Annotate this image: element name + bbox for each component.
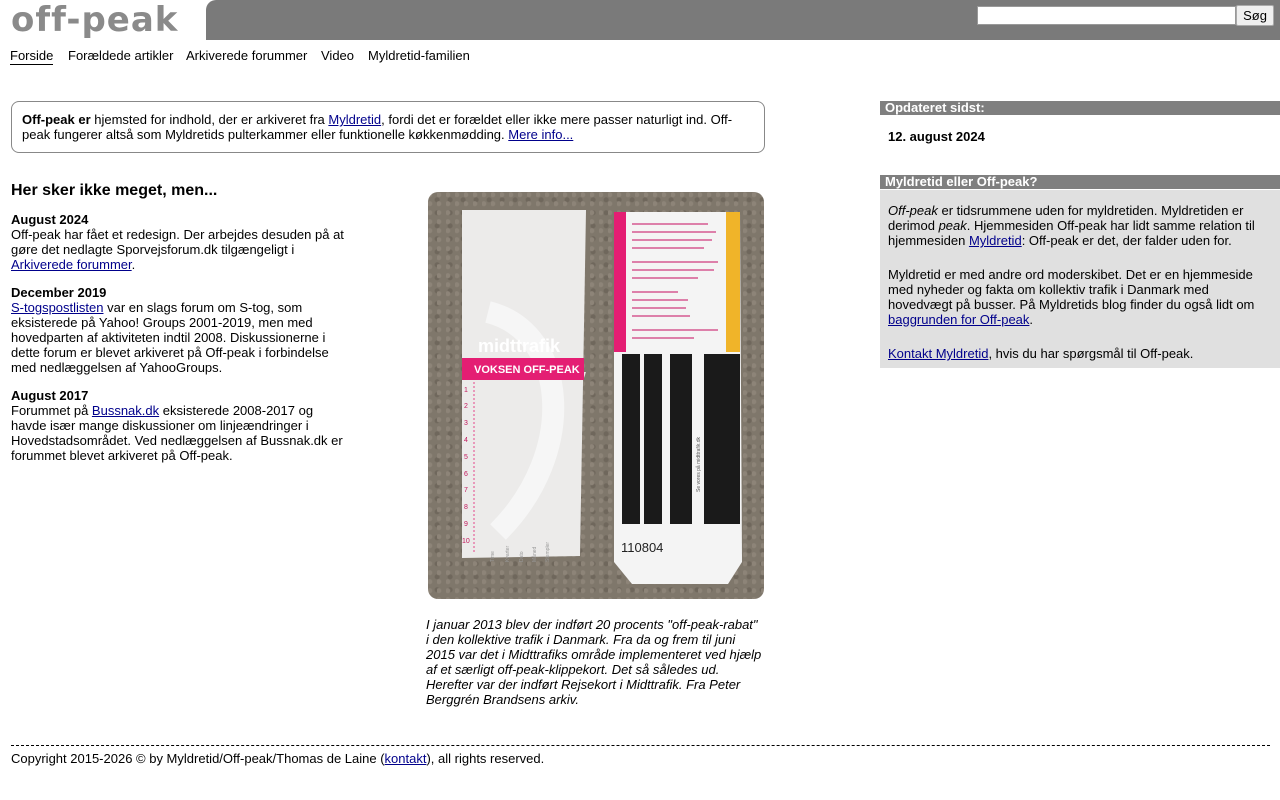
baggrunden-link[interactable]: baggrunden for Off-peak (888, 312, 1029, 327)
news-text: . (131, 257, 136, 272)
bussnak-link[interactable]: Bussnak.dk (92, 403, 159, 418)
updated-date: 12. august 2024 (888, 129, 985, 144)
right-card: 110804 Se vores på midttrafik.dk (614, 212, 742, 584)
more-info-link[interactable]: Mere info... (508, 127, 573, 142)
search-button[interactable]: Søg (1236, 5, 1274, 26)
card-number: 4 (464, 437, 468, 444)
search-input[interactable] (977, 6, 1236, 25)
card-column-label: Time (490, 551, 496, 562)
compare-paragraph: Kontakt Myldretid, hvis du har spørgsmål… (888, 346, 1273, 361)
arkiverede-forummer-link[interactable]: Arkiverede forummer (11, 257, 132, 272)
card-side-text: Se vores på midttrafik.dk (695, 436, 702, 492)
card-number: 6 (464, 471, 468, 478)
photo-caption: I januar 2013 blev der indført 20 procen… (426, 617, 762, 707)
footer-divider (11, 745, 1270, 746)
news-list: August 2024 Off-peak har fået et redesig… (11, 212, 351, 476)
card-number: 2 (464, 403, 468, 410)
paragraph-text: , hvis du har spørgsmål til Off-peak. (988, 346, 1194, 361)
news-date: December 2019 (11, 285, 107, 300)
nav-item-foraeldede-artikler[interactable]: Forældede artikler (68, 48, 174, 63)
paragraph-text: . (1029, 312, 1034, 327)
compare-paragraph: Off-peak er tidsrummene uden for myldret… (888, 203, 1273, 248)
myldretid-link[interactable]: Myldretid (969, 233, 1022, 248)
news-item: December 2019 S-togspostlisten var en sl… (11, 285, 351, 375)
compare-paragraph: Myldretid er med andre ord moderskibet. … (888, 267, 1273, 327)
card-number: 7 (464, 487, 468, 494)
site-header: off-peak Søg (0, 0, 1280, 40)
card-number: 8 (464, 504, 468, 511)
card-brand: midttrafik (478, 336, 561, 356)
kontakt-link[interactable]: kontakt (385, 751, 427, 766)
news-text: Forummet på (11, 403, 92, 418)
card-column-label: Stempler (545, 542, 551, 562)
news-date: August 2024 (11, 212, 89, 227)
left-card: midttrafik VOKSEN OFF-PEAK 1 2 3 4 5 6 7… (462, 210, 586, 562)
myldretid-link[interactable]: Myldretid (328, 112, 381, 127)
nav-item-myldretid-familien[interactable]: Myldretid-familien (368, 48, 470, 63)
card-column-label: Måned (531, 546, 538, 562)
nav-item-arkiverede-forummer[interactable]: Arkiverede forummer (186, 48, 307, 63)
card-column-label: Kvarter (505, 546, 511, 562)
s-togspostlisten-link[interactable]: S-togspostlisten (11, 300, 104, 315)
compare-box: Off-peak er tidsrummene uden for myldret… (880, 190, 1280, 368)
news-date: August 2017 (11, 388, 89, 403)
kontakt-myldretid-link[interactable]: Kontakt Myldretid (888, 346, 988, 361)
site-logo[interactable]: off-peak (0, 0, 206, 40)
paragraph-text: : Off-peak er det, der falder uden for. (1021, 233, 1232, 248)
card-number: 9 (464, 521, 468, 528)
card-number: 5 (464, 454, 468, 461)
news-item: August 2017 Forummet på Bussnak.dk eksis… (11, 388, 351, 463)
news-text: Off-peak har fået et redesign. Der arbej… (11, 227, 344, 257)
nav-item-forside[interactable]: Forside (10, 48, 54, 65)
footer: Copyright 2015-2026 © by Myldretid/Off-p… (11, 751, 544, 766)
card-serial-number: 110804 (621, 540, 663, 555)
klippekort-illustration: midttrafik VOKSEN OFF-PEAK 1 2 3 4 5 6 7… (462, 210, 742, 584)
copyright-text: ), all rights reserved. (426, 751, 545, 766)
updated-heading: Opdateret sidst: (880, 101, 1280, 115)
klippekort-photo: midttrafik VOKSEN OFF-PEAK 1 2 3 4 5 6 7… (428, 192, 764, 599)
card-number: 1 (464, 387, 468, 394)
intro-bold: Off-peak er (22, 112, 91, 127)
card-label: VOKSEN OFF-PEAK (474, 364, 580, 376)
card-column-label: Dato (519, 551, 525, 562)
card-number: 3 (464, 420, 468, 427)
intro-box: Off-peak er hjemsted for indhold, der er… (11, 101, 765, 153)
news-item: August 2024 Off-peak har fået et redesig… (11, 212, 351, 272)
em-text: peak (938, 218, 967, 233)
news-heading: Her sker ikke meget, men... (11, 182, 218, 199)
copyright-text: Copyright 2015-2026 © by Myldretid/Off-p… (11, 751, 385, 766)
paragraph-text: Myldretid er med andre ord moderskibet. … (888, 267, 1255, 312)
em-text: Off-peak (888, 203, 938, 218)
card-number: 10 (462, 538, 470, 545)
logo-text: off-peak (11, 0, 179, 40)
compare-heading: Myldretid eller Off-peak? (880, 175, 1280, 189)
nav-item-video[interactable]: Video (321, 48, 354, 63)
compare-content: Off-peak er tidsrummene uden for myldret… (888, 203, 1273, 380)
intro-text: hjemsted for indhold, der er arkiveret f… (90, 112, 329, 127)
